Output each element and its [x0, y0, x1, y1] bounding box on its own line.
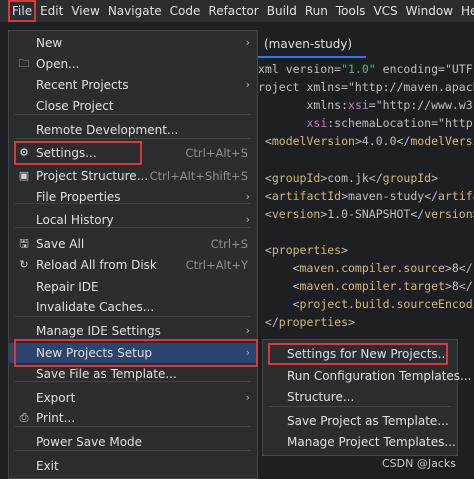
- folder-icon: 🗀: [18, 57, 30, 70]
- code-line: <project.build.sourceEncodi: [258, 297, 474, 312]
- save-icon: 🖫: [19, 237, 29, 250]
- submenu-item-label: Run Configuration Templates...: [287, 369, 472, 383]
- shortcut-label: Ctrl+S: [210, 237, 248, 251]
- submenu-item-label: Save Project as Template...: [287, 414, 449, 428]
- chevron-right-icon: ›: [245, 78, 250, 91]
- code-line: <maven.compiler.source>8</: [258, 261, 473, 276]
- menu-edit[interactable]: Edit: [36, 0, 67, 22]
- submenu-item-label: Structure...: [287, 390, 355, 404]
- menu-item-label: Print...: [36, 411, 76, 425]
- reload-icon: ↻: [19, 258, 29, 271]
- chevron-right-icon: ›: [245, 213, 250, 226]
- menu-item-label: Exit: [36, 459, 59, 473]
- watermark: CSDN @Jacks: [382, 457, 456, 470]
- chevron-right-icon: ›: [245, 391, 250, 404]
- annotation-box-new-projects-setup: [14, 339, 258, 367]
- editor-tab[interactable]: (maven-study): [258, 34, 352, 54]
- menu-separator: [269, 406, 451, 407]
- code-line: <groupId>com.jk</groupId>: [258, 170, 439, 185]
- print-icon: ⎙: [19, 411, 29, 424]
- code-line: <version>1.0-SNAPSHOT</version>: [258, 206, 474, 221]
- menu-item-label: Save All: [36, 237, 85, 251]
- menu-item-power-save-mode[interactable]: Power Save Mode: [9, 432, 257, 452]
- menu-item-file-properties[interactable]: File Properties ›: [9, 187, 257, 207]
- menu-item-label: Invalidate Caches...: [36, 300, 155, 314]
- submenu-item-structure[interactable]: Structure...: [263, 387, 457, 408]
- code-line: <properties>: [258, 242, 349, 257]
- menu-item-label: Reload All from Disk: [36, 258, 157, 272]
- menu-item-project-structure[interactable]: ▣ Project Structure... Ctrl+Alt+Shift+S: [9, 166, 257, 186]
- menu-item-print[interactable]: ⎙ Print...: [9, 408, 257, 428]
- shortcut-label: Ctrl+Alt+Shift+S: [149, 169, 248, 183]
- menu-item-label: Local History: [36, 213, 114, 227]
- menu-item-manage-ide-settings[interactable]: Manage IDE Settings ›: [9, 321, 257, 341]
- chevron-right-icon: ›: [245, 190, 250, 203]
- menu-run[interactable]: Run: [301, 0, 332, 22]
- menu-bar: File Edit View Navigate Code Refactor Bu…: [0, 0, 474, 23]
- menu-item-label: Power Save Mode: [36, 435, 143, 449]
- submenu-item-label: Manage Project Templates...: [287, 435, 456, 449]
- project-structure-icon: ▣: [18, 169, 30, 182]
- menu-item-reload-all-from-disk[interactable]: ↻ Reload All from Disk Ctrl+Alt+Y: [9, 255, 257, 275]
- chevron-right-icon: ›: [245, 36, 250, 49]
- menu-item-close-project[interactable]: Close Project: [9, 96, 257, 116]
- menu-help[interactable]: Help: [457, 0, 474, 22]
- code-line: </properties>: [258, 315, 355, 330]
- menu-item-local-history[interactable]: Local History ›: [9, 210, 257, 230]
- menu-code[interactable]: Code: [166, 0, 205, 22]
- menu-item-new[interactable]: New ›: [9, 33, 257, 53]
- menu-item-label: Project Structure...: [36, 169, 149, 183]
- chevron-right-icon: ›: [245, 324, 250, 337]
- menu-item-label: Remote Development...: [36, 123, 179, 137]
- menu-tools[interactable]: Tools: [332, 0, 370, 22]
- menu-item-exit[interactable]: Exit: [9, 456, 257, 476]
- menu-refactor[interactable]: Refactor: [204, 0, 262, 22]
- menu-item-label: Recent Projects: [36, 78, 129, 92]
- new-projects-setup-submenu: Settings for New Projects... Run Configur…: [262, 339, 471, 456]
- code-line: xml version="1.0" encoding="UTF-8: [258, 62, 474, 76]
- code-line: roject xmlns="http://maven.apache: [258, 80, 474, 95]
- annotation-box-settings-for-new-projects: [268, 343, 448, 365]
- menu-item-invalidate-caches[interactable]: Invalidate Caches...: [9, 297, 257, 317]
- menu-build[interactable]: Build: [263, 0, 301, 22]
- menu-item-label: New: [36, 36, 63, 50]
- code-line: <modelVersion>4.0.0</modelVersi: [258, 134, 474, 149]
- menu-view[interactable]: View: [67, 0, 103, 22]
- editor-tab-indicator: [258, 56, 366, 58]
- menu-vcs[interactable]: VCS: [369, 0, 401, 22]
- menu-item-save-file-as-template[interactable]: Save File as Template...: [9, 364, 257, 384]
- code-line: <maven.compiler.target>8</: [258, 279, 473, 294]
- code-line: xmlns:xsi="http://www.w3.o: [258, 98, 474, 113]
- menu-item-open[interactable]: 🗀 Open...: [9, 54, 257, 74]
- menu-item-export[interactable]: Export ›: [9, 388, 257, 408]
- menu-navigate[interactable]: Navigate: [104, 0, 166, 22]
- code-line: xsi:schemaLocation="http:/: [306, 116, 474, 131]
- menu-item-label: Close Project: [36, 99, 114, 113]
- shortcut-label: Ctrl+Alt+Y: [185, 258, 248, 272]
- menu-item-label: Repair IDE: [36, 280, 99, 294]
- menu-item-label: Open...: [36, 57, 80, 71]
- menu-item-recent-projects[interactable]: Recent Projects ›: [9, 75, 257, 95]
- menu-item-remote-development[interactable]: Remote Development...: [9, 120, 257, 140]
- menu-item-label: Manage IDE Settings: [36, 324, 161, 338]
- menu-item-label: Export: [36, 391, 76, 405]
- menu-item-repair-ide[interactable]: Repair IDE: [9, 277, 257, 297]
- menu-file[interactable]: File: [8, 0, 37, 22]
- submenu-item-manage-project-templates[interactable]: Manage Project Templates...: [263, 432, 457, 453]
- submenu-item-run-configuration-templates[interactable]: Run Configuration Templates...: [263, 366, 471, 387]
- menu-window[interactable]: Window: [402, 0, 457, 22]
- code-line: <artifactId>maven-study</artifa: [258, 188, 474, 203]
- menu-item-label: Save File as Template...: [36, 367, 177, 381]
- annotation-box-settings: [14, 141, 142, 165]
- file-menu: New › 🗀 Open... Recent Projects › Close Projec…: [8, 30, 258, 479]
- menu-item-save-all[interactable]: 🖫 Save All Ctrl+S: [9, 234, 257, 254]
- shortcut-label: Ctrl+Alt+S: [185, 146, 248, 160]
- menu-item-label: File Properties: [36, 190, 121, 204]
- submenu-item-save-project-as-template[interactable]: Save Project as Template...: [263, 411, 457, 432]
